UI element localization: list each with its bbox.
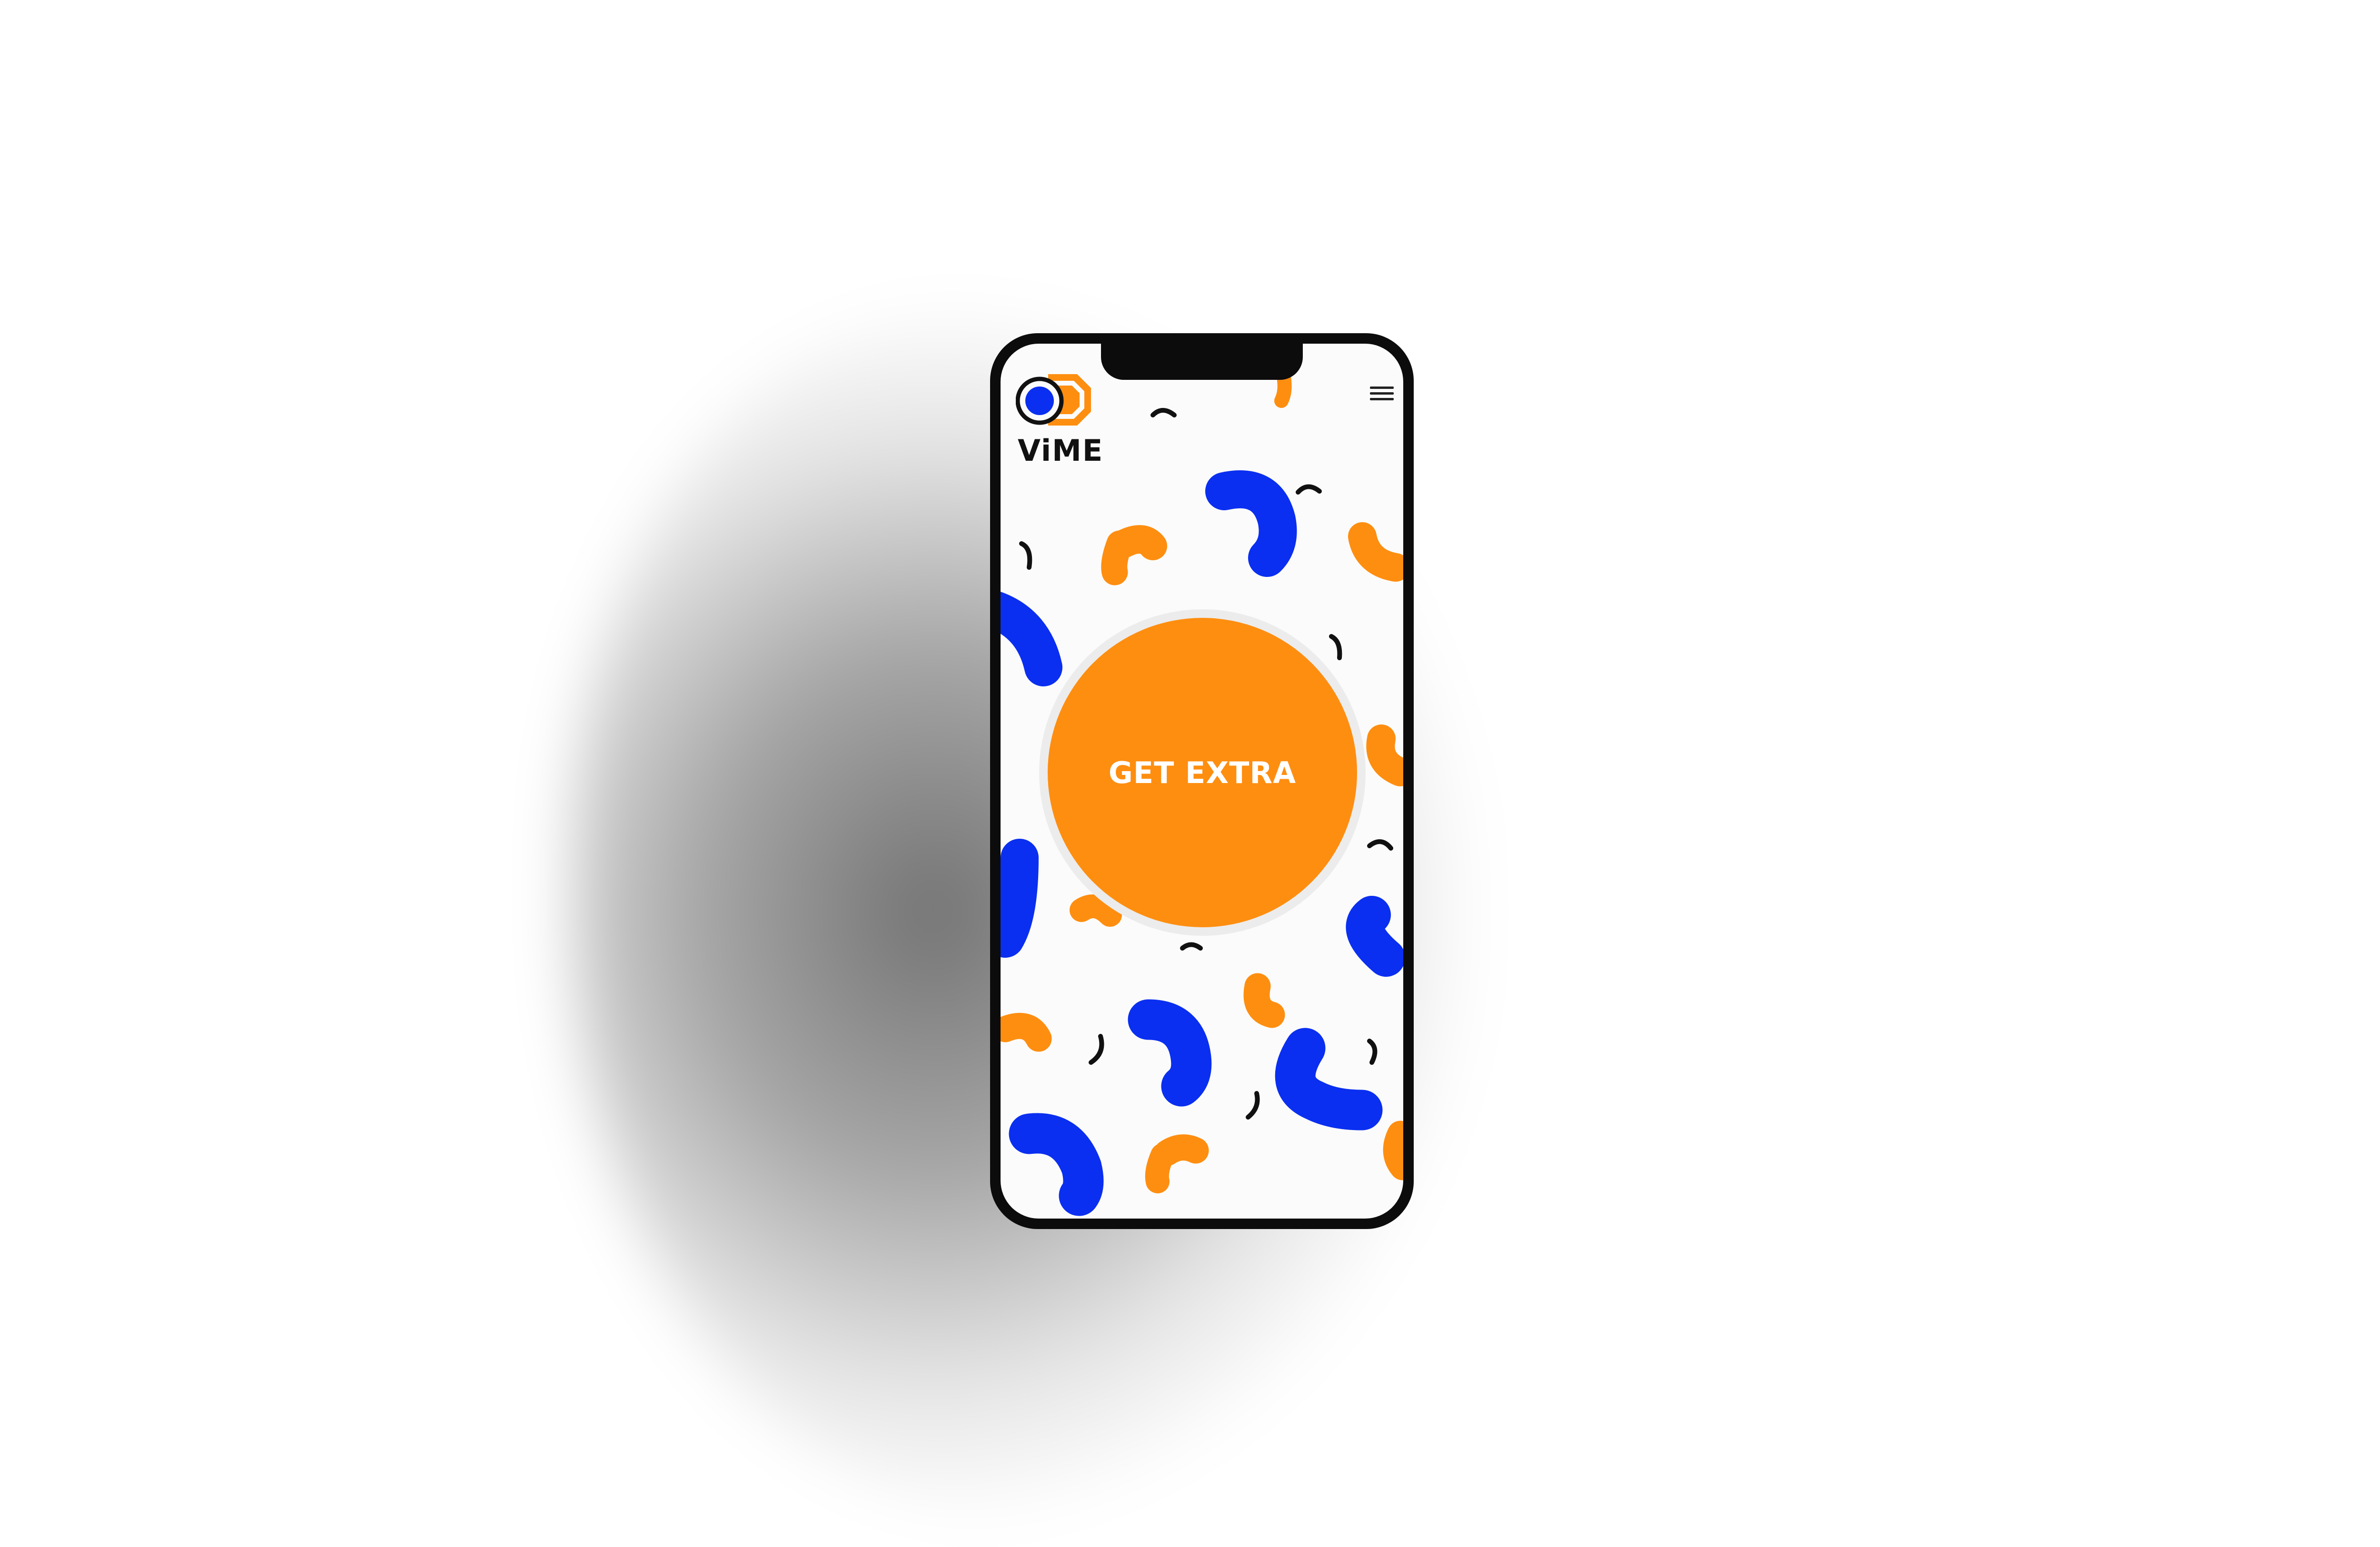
vime-logo-icon[interactable] — [1016, 371, 1106, 428]
blue-blob — [1001, 839, 1039, 958]
black-squiggle — [1089, 1034, 1104, 1065]
hamburger-menu-icon[interactable] — [1370, 387, 1394, 406]
blue-blob — [1275, 1028, 1383, 1130]
black-squiggle — [1296, 484, 1322, 495]
orange-blob — [1243, 973, 1285, 1028]
black-squiggle — [1180, 942, 1203, 951]
black-squiggle — [1367, 1039, 1378, 1065]
orange-blob — [1001, 1012, 1052, 1052]
black-squiggle — [1150, 408, 1177, 417]
blue-blob — [1128, 999, 1212, 1107]
black-squiggle — [1367, 839, 1393, 851]
get-extra-button[interactable]: GET EXTRA — [1048, 618, 1357, 927]
orange-blob — [1070, 894, 1122, 927]
orange-blob — [1348, 522, 1403, 582]
orange-blob — [1383, 1121, 1403, 1180]
phone-frame: ViME GET EXTRA — [990, 333, 1414, 1229]
blue-blob — [1346, 896, 1403, 977]
phone-notch — [1101, 344, 1303, 380]
black-squiggle — [1019, 541, 1032, 570]
black-squiggle — [1329, 634, 1342, 660]
blue-blob — [1009, 1113, 1104, 1216]
orange-blob — [1366, 724, 1403, 786]
brand-name: ViME — [1018, 433, 1104, 468]
blue-blob — [1001, 592, 1062, 686]
orange-blob — [1101, 530, 1133, 585]
orange-blob — [1274, 370, 1292, 408]
black-squiggle — [1246, 1091, 1260, 1120]
scene-background: ViME GET EXTRA — [0, 0, 2380, 1547]
orange-blob — [1145, 1143, 1174, 1193]
phone-screen: ViME GET EXTRA — [1001, 344, 1403, 1219]
blue-blob — [1205, 470, 1297, 577]
